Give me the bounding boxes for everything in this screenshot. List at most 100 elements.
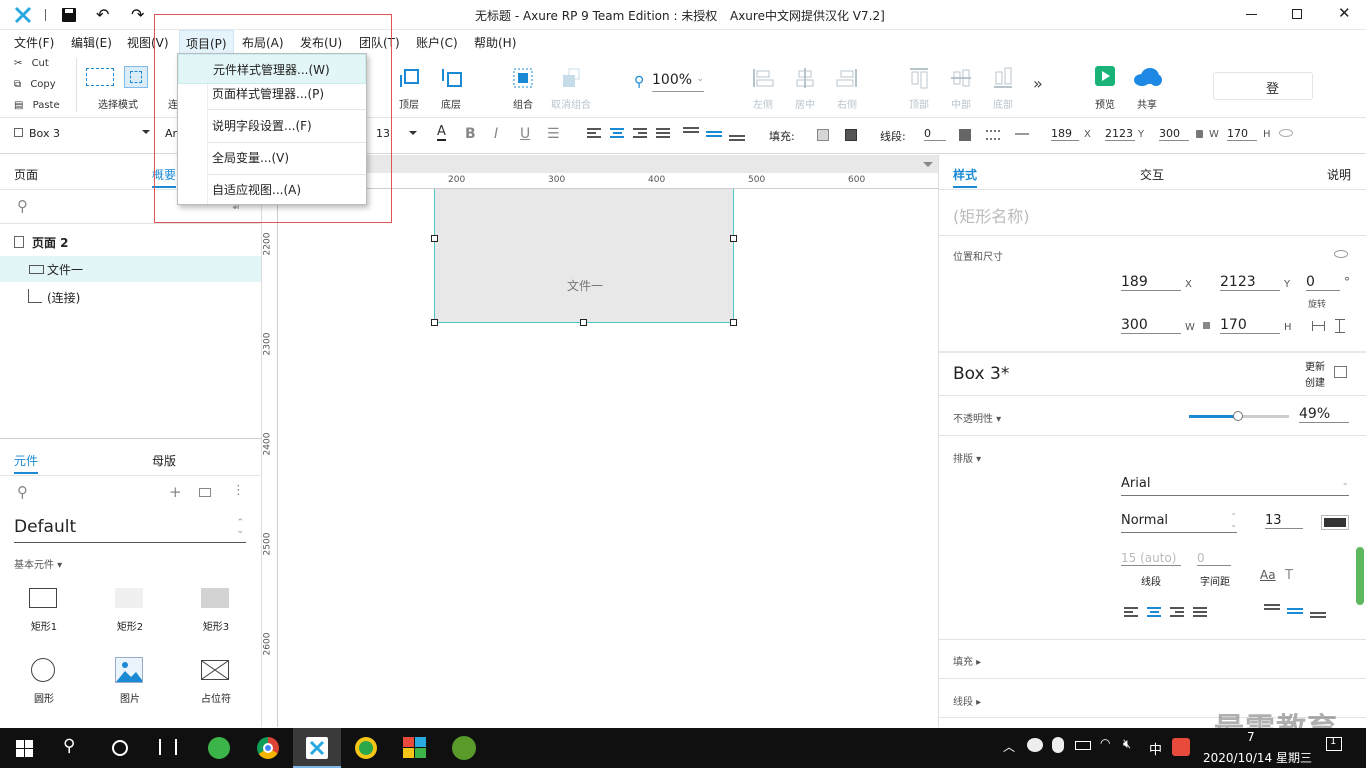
copy-button[interactable]: ⧉ Copy [14,79,56,90]
widget-rect2[interactable]: 矩形2 [106,585,154,633]
copy-library-icon[interactable] [199,488,211,497]
text-align-right-icon[interactable] [633,128,647,138]
text-shadow-icon[interactable]: T [1285,568,1293,583]
w-input[interactable]: 300 [1159,127,1189,141]
app-360-icon[interactable] [208,737,230,759]
windows-start-icon[interactable] [16,740,33,757]
underline-icon[interactable]: U [520,126,530,142]
undo-icon[interactable]: ↶ [96,5,109,24]
widget-circle[interactable]: 圆形 [20,657,68,705]
align-top-icon[interactable] [908,67,930,89]
text-align-center-icon[interactable] [610,128,624,138]
shadow-swatch[interactable] [845,129,857,141]
char-spacing-input[interactable]: 0 [1197,551,1231,566]
menu-file[interactable]: 文件(F) [14,34,54,51]
cut-button[interactable]: ✂ Cut [14,58,49,69]
more-icon[interactable]: » [1033,74,1043,93]
italic-icon[interactable]: I [494,126,498,142]
typography-label[interactable]: 排版 ▾ [953,450,981,465]
resize-handle[interactable] [580,319,587,326]
save-icon[interactable] [62,8,76,22]
paste-button[interactable]: ▤ Paste [14,100,60,111]
h-input[interactable]: 170 [1227,127,1257,141]
wifi-icon[interactable]: ◠ [1100,736,1110,750]
qq-icon[interactable] [1052,737,1064,753]
valign-bottom-icon[interactable] [729,135,745,141]
tab-notes[interactable]: 说明 [1327,166,1351,183]
page-label[interactable]: 页面 2 [32,234,69,251]
valign-top-icon[interactable] [683,127,699,133]
w-input[interactable]: 300 [1121,317,1181,334]
canvas-area[interactable]: 200 300 400 500 600 2200 2300 2400 2500 … [262,155,938,727]
redo-icon[interactable]: ↷ [131,5,144,24]
zoom-select[interactable]: 100% ⌄ [652,72,704,92]
x-input[interactable]: 189 [1051,127,1079,141]
arrow-style-icon[interactable] [1015,133,1029,135]
notification-icon[interactable]: 1 [1326,736,1342,751]
para-justify-icon[interactable] [1193,607,1207,617]
category-label[interactable]: 基本元件 ▾ [14,556,62,571]
search-icon[interactable]: ⚲ [17,483,28,501]
align-middle-icon[interactable] [950,67,972,89]
menu-help[interactable]: 帮助(H) [474,34,516,51]
list-item[interactable]: (连接) [0,283,261,309]
align-right-icon[interactable] [836,67,858,89]
opacity-label[interactable]: 不透明性 ▾ [953,410,1001,425]
menu-edit[interactable]: 编辑(E) [71,34,112,51]
style-select[interactable]: Box 3 [14,127,150,145]
widget-image[interactable]: 图片 [106,657,154,705]
list-item-selected[interactable]: 文件一 [0,256,261,282]
stroke-section-label[interactable]: 线段 ▸ [953,693,981,708]
app-colorful-icon[interactable] [403,737,427,759]
bring-to-front-icon[interactable] [398,67,420,89]
search-icon[interactable]: ⚲ [17,197,28,215]
tab-interactions[interactable]: 交互 [1140,166,1164,183]
visibility-eye-icon[interactable] [1279,129,1293,137]
fill-section-label[interactable]: 填充 ▸ [953,653,981,668]
text-justify-icon[interactable] [656,128,670,138]
para-align-left-icon[interactable] [1124,607,1138,617]
minimize-button[interactable] [1246,14,1257,15]
selected-box[interactable]: 文件一 [434,189,734,323]
clock-date[interactable]: 2020/10/14 星期三 [1203,749,1312,766]
para-valign-top-icon[interactable] [1264,604,1280,610]
visibility-eye-icon[interactable] [1334,250,1348,258]
bold-icon[interactable]: B [465,126,476,142]
select-contain-icon[interactable] [124,66,148,88]
add-icon[interactable]: + [169,483,182,501]
stroke-pattern-icon[interactable] [986,130,1000,140]
sogou-icon[interactable] [1172,738,1190,756]
fit-width-icon[interactable] [1312,321,1325,331]
shape-name-input[interactable]: (矩形名称) [953,203,1030,227]
volume-icon[interactable]: 🔇︎ [1123,737,1131,752]
font-color-swatch[interactable] [1321,515,1349,530]
para-align-right-icon[interactable] [1170,607,1184,617]
list-icon[interactable]: ☰ [547,126,560,142]
style-name[interactable]: Box 3* [953,364,1009,384]
tab-widgets[interactable]: 元件 [14,452,39,474]
font-weight-select[interactable]: Normal ⌃ ⌄ [1121,513,1237,533]
text-case-icon[interactable]: Aa [1260,568,1276,582]
stroke-width-input[interactable]: 0 [924,127,946,141]
ruler-scroll-caret-icon[interactable] [923,162,933,167]
tab-pages[interactable]: 页面 [14,166,38,183]
widget-rect1[interactable]: 矩形1 [20,585,68,633]
align-center-icon[interactable] [794,67,816,89]
select-intersect-icon[interactable] [86,68,114,86]
scrollbar-thumb[interactable] [1356,547,1364,605]
widget-placeholder[interactable]: 占位符 [192,657,240,705]
task-view-icon[interactable] [159,739,177,755]
para-valign-bottom-icon[interactable] [1310,612,1326,618]
app-green-plus-icon[interactable] [355,737,377,759]
menu-account[interactable]: 账户(C) [416,34,458,51]
y-input[interactable]: 2123 [1105,127,1135,141]
fit-height-icon[interactable] [1335,319,1345,333]
ungroup-icon[interactable] [560,67,582,89]
login-button[interactable]: 登 [1213,72,1313,100]
battery-icon[interactable] [1075,741,1091,750]
cortana-icon[interactable] [112,740,128,756]
group-icon[interactable] [512,67,534,89]
wechat-icon[interactable] [1027,738,1043,752]
create-style-button[interactable]: 创建 [1305,374,1325,389]
search-icon[interactable]: ⚲ [63,736,75,756]
